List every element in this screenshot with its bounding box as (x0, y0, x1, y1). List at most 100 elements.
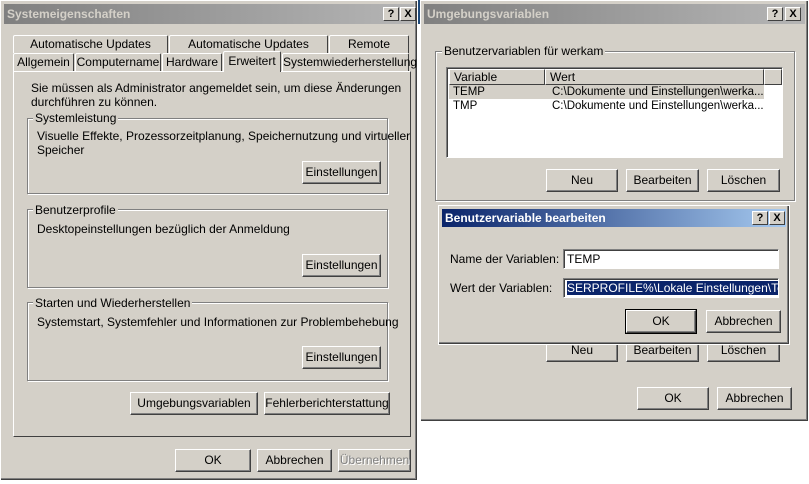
button-label: Fehlerberichterstattung (265, 396, 389, 410)
close-icon: X (789, 8, 797, 20)
variable-value-label: Wert der Variablen: (450, 281, 553, 295)
performance-group-label: Systemleistung (33, 111, 119, 125)
performance-description: Visuelle Effekte, Prozessorzeitplanung, … (37, 129, 410, 157)
close-button[interactable]: X (785, 7, 801, 21)
row-name: TMP (453, 100, 478, 112)
column-header-value[interactable]: Wert (545, 69, 764, 85)
startup-settings-button[interactable]: Einstellungen (302, 346, 381, 369)
row-name: TEMP (453, 86, 485, 98)
column-header-variable[interactable]: Variable (449, 69, 545, 85)
tab-label: Hardware (165, 55, 219, 69)
tab-label: Automatische Updates (30, 37, 151, 51)
error-reporting-button[interactable]: Fehlerberichterstattung (264, 392, 390, 415)
startup-description: Systemstart, Systemfehler und Informatio… (37, 315, 399, 329)
tab-label: Remote (347, 37, 391, 51)
column-header-label: Variable (454, 70, 498, 84)
cancel-button[interactable]: Abbrechen (717, 387, 792, 410)
tab-label: Erweitert (228, 54, 276, 68)
environment-variables-title: Umgebungsvariablen (427, 7, 550, 21)
button-label: Abbrechen (714, 314, 773, 328)
button-label: OK (652, 314, 670, 328)
ok-button[interactable]: OK (637, 387, 709, 410)
startup-group (27, 302, 388, 381)
tab-automatic-updates[interactable]: Automatische Updates (13, 35, 168, 53)
environment-variables-button[interactable]: Umgebungsvariablen (130, 392, 258, 415)
close-icon: X (773, 212, 781, 224)
button-label: Neu (570, 343, 593, 357)
close-icon: X (404, 8, 412, 20)
button-label: Übernehmen (339, 453, 410, 467)
row-value: C:\Dokumente und Einstellungen\werka... (552, 100, 764, 112)
cancel-button[interactable]: Abbrechen (257, 449, 332, 472)
tab-panel: Sie müssen als Administrator angemeldet … (13, 71, 411, 437)
button-label: OK (664, 391, 682, 405)
help-button[interactable]: ? (752, 211, 768, 225)
new-button[interactable]: Neu (546, 169, 618, 192)
edit-variable-dialog: Benutzervariable bearbeiten ? X Name der… (438, 205, 790, 345)
tab-label: Systemwiederherstellung (283, 55, 418, 69)
close-button[interactable]: X (769, 211, 785, 225)
performance-settings-button[interactable]: Einstellungen (302, 161, 381, 184)
field-value: SERPROFILE%\Lokale Einstellungen\Temp (567, 281, 778, 295)
tab-computer-name[interactable]: Computername (75, 53, 161, 71)
performance-description-line: Visuelle Effekte, Prozessorzeitplanung, … (37, 129, 411, 143)
close-button[interactable]: X (400, 7, 416, 21)
edit-variable-titlebar[interactable]: Benutzervariable bearbeiten (442, 209, 786, 227)
system-properties-titlebar[interactable]: Systemeigenschaften (4, 4, 414, 24)
tab-general[interactable]: Allgemein (13, 53, 74, 71)
user-variables-group-label: Benutzervariablen für werkam (442, 44, 606, 58)
variable-name-label: Name der Variablen: (450, 252, 560, 266)
system-properties-window: Systemeigenschaften ? X Automatische Upd… (0, 0, 418, 481)
button-label: Abbrechen (725, 391, 784, 405)
help-button[interactable]: ? (767, 7, 783, 21)
table-row[interactable]: TEMP C:\Dokumente und Einstellungen\werk… (449, 85, 764, 99)
help-button[interactable]: ? (383, 7, 399, 21)
apply-button[interactable]: Übernehmen (338, 449, 411, 472)
row-value: C:\Dokumente und Einstellungen\werka... (552, 86, 764, 98)
admin-note: Sie müssen als Administrator angemeldet … (31, 81, 401, 109)
button-label: Einstellungen (305, 258, 378, 272)
tab-label: Computername (76, 55, 160, 69)
column-header-filler (764, 69, 782, 85)
field-value: TEMP (567, 252, 601, 266)
button-label: Bearbeiten (633, 173, 692, 187)
user-variables-list[interactable]: Variable Wert TEMP C:\Dokumente und Eins… (446, 67, 783, 158)
help-icon: ? (756, 212, 764, 224)
tab-system-restore[interactable]: Systemwiederherstellung (282, 53, 417, 71)
button-label: Einstellungen (305, 350, 378, 364)
tab-advanced[interactable]: Erweitert (223, 51, 281, 72)
tab-hardware[interactable]: Hardware (162, 53, 222, 71)
button-label: Löschen (720, 343, 767, 357)
help-icon: ? (387, 8, 395, 20)
button-label: Abbrechen (265, 453, 324, 467)
cancel-button[interactable]: Abbrechen (706, 310, 781, 333)
column-header-label: Wert (550, 70, 576, 84)
ok-button[interactable]: OK (625, 309, 697, 334)
startup-group-label: Starten und Wiederherstellen (33, 296, 193, 310)
variable-name-field[interactable]: TEMP (563, 249, 779, 269)
button-label: Neu (570, 173, 593, 187)
system-properties-title: Systemeigenschaften (7, 7, 131, 21)
table-row[interactable]: TMP C:\Dokumente und Einstellungen\werka… (449, 99, 764, 113)
edit-button[interactable]: Bearbeiten (626, 169, 699, 192)
button-label: Umgebungsvariablen (137, 396, 251, 410)
admin-note-line: durchführen zu können. (31, 95, 158, 109)
profiles-description: Desktopeinstellungen bezüglich der Anmel… (37, 222, 290, 236)
profiles-group-label: Benutzerprofile (33, 203, 118, 217)
delete-button[interactable]: Löschen (707, 169, 780, 192)
tab-label: Allgemein (17, 55, 70, 69)
edit-variable-title: Benutzervariable bearbeiten (445, 211, 606, 225)
button-label: Bearbeiten (633, 343, 692, 357)
button-label: Löschen (720, 173, 767, 187)
button-label: OK (204, 453, 222, 467)
help-icon: ? (771, 8, 779, 20)
profiles-settings-button[interactable]: Einstellungen (302, 254, 381, 277)
admin-note-line: Sie müssen als Administrator angemeldet … (31, 81, 402, 95)
ok-button[interactable]: OK (175, 449, 251, 472)
tab-label: Automatische Updates (188, 37, 309, 51)
button-label: Einstellungen (305, 165, 378, 179)
tab-remote[interactable]: Remote (329, 35, 409, 53)
variable-value-field[interactable]: SERPROFILE%\Lokale Einstellungen\Temp (563, 278, 779, 298)
environment-variables-titlebar[interactable]: Umgebungsvariablen (424, 4, 805, 24)
performance-description-line: Speicher (37, 143, 85, 157)
